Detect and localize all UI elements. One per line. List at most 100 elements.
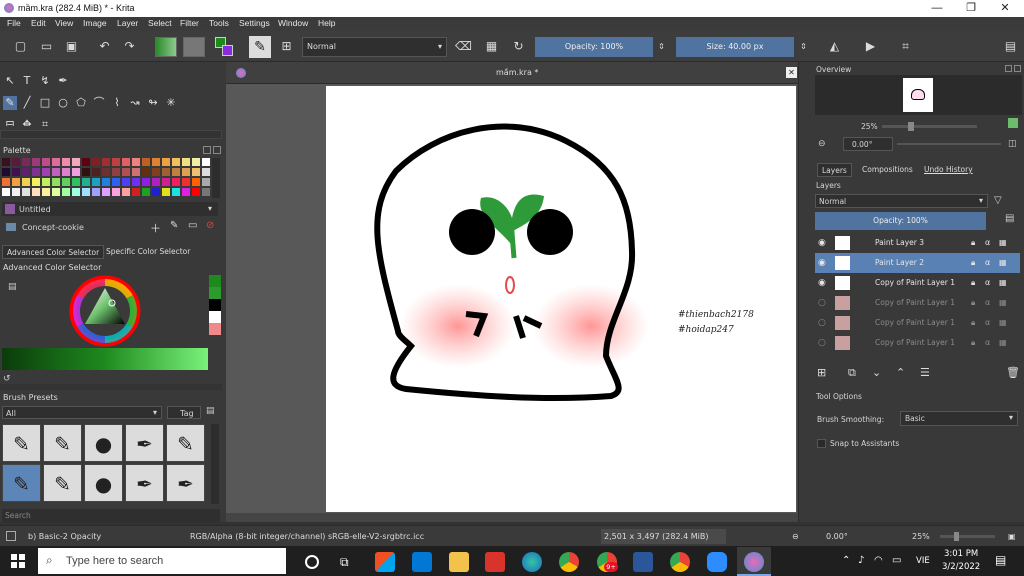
brush-view-icon[interactable]: ▤ [206,406,215,416]
maximize-button[interactable]: ❐ [954,0,988,17]
polygon-tool-icon[interactable]: ⬠ [74,96,88,110]
inherit-alpha-icon[interactable]: ▦ [999,313,1007,333]
calligraphy-tool-icon[interactable]: ✒ [56,74,70,88]
notification-center-icon[interactable]: ▤ [995,553,1006,567]
palette-swatch[interactable] [132,168,140,176]
palette-swatch[interactable] [92,168,100,176]
palette-swatch[interactable] [122,178,130,186]
color-history-icon[interactable]: ↺ [3,374,11,384]
layer-opacity-slider[interactable]: Opacity: 100% [815,212,986,230]
file-explorer-icon[interactable] [449,552,469,572]
text-tool-icon[interactable]: T [20,74,34,88]
palette-swatch[interactable] [172,168,180,176]
inherit-alpha-icon[interactable]: ▦ [999,333,1007,353]
cortana-icon[interactable] [305,555,319,569]
rotation-slider[interactable] [897,143,1001,145]
move-layer-down-icon[interactable]: ⌄ [872,366,881,379]
palette-swatch[interactable] [112,158,120,166]
palette-swatch[interactable] [132,188,140,196]
alpha-lock-icon[interactable]: α [985,233,990,253]
alpha-lock-icon[interactable]: α [985,293,990,313]
palette-swatch[interactable] [182,158,190,166]
inherit-alpha-icon[interactable]: ▦ [999,293,1007,313]
tab-layers[interactable]: Layers [817,163,852,177]
palette-swatch[interactable] [122,158,130,166]
palette-swatch[interactable] [42,168,50,176]
brush-smoothing-select[interactable]: Basic ▾ [900,411,1018,426]
palette-swatch[interactable] [22,158,30,166]
menu-tools[interactable]: Tools [209,18,229,28]
palette-swatch[interactable] [92,178,100,186]
palette-name-combo[interactable]: Untitled ▾ [2,202,218,216]
lock-icon[interactable]: 🔒︎ [971,273,975,293]
palette-swatch[interactable] [52,158,60,166]
reload-preset-icon[interactable]: ↻ [510,38,527,55]
word-icon[interactable] [633,552,653,572]
lock-icon[interactable]: 🔒︎ [971,293,975,313]
brush-scrollbar[interactable] [211,424,219,504]
palette-swatch[interactable] [92,158,100,166]
document-tab-title[interactable]: mầm.kra * [496,68,538,77]
brush-filter-combo[interactable]: All ▾ [2,406,162,419]
close-document-button[interactable]: ✕ [786,67,797,78]
palette-swatch[interactable] [2,158,10,166]
windows-start-icon[interactable] [11,554,25,568]
battery-icon[interactable]: ▭ [892,555,901,566]
duplicate-layer-icon[interactable]: ⧉ [848,366,856,380]
palette-swatch[interactable] [162,188,170,196]
palette-swatch[interactable] [202,178,210,186]
palette-swatch[interactable] [62,188,70,196]
mail-icon[interactable] [412,552,432,572]
redo-icon[interactable]: ↷ [121,38,138,55]
edge-icon[interactable] [522,552,542,572]
alpha-lock-icon[interactable]: α [985,333,990,353]
volume-icon[interactable]: ♪ [858,555,864,566]
tab-compositions[interactable]: Compositions [858,163,917,177]
palette-swatch[interactable] [12,158,20,166]
palette-swatch[interactable] [122,168,130,176]
palette-swatch[interactable] [72,188,80,196]
palette-swatch[interactable] [12,188,20,196]
line-tool-icon[interactable]: ╱ [20,96,34,110]
palette-close-icon[interactable] [213,146,221,154]
brush-preset-button[interactable]: ✎ [249,36,271,58]
menu-view[interactable]: View [55,18,73,28]
palette-swatch[interactable] [92,188,100,196]
alpha-lock-icon[interactable]: ▦ [483,38,500,55]
palette-swatch[interactable] [62,158,70,166]
opacity-spin-icon[interactable]: ⇕ [653,38,670,55]
gradient-preset-button[interactable] [155,37,177,57]
opacity-slider[interactable]: Opacity: 100% [535,37,653,57]
overview-zoom-slider[interactable] [882,122,977,131]
rotation-field[interactable]: 0.00° [843,137,893,151]
inherit-alpha-icon[interactable]: ▦ [999,233,1007,253]
lock-icon[interactable]: 🔒︎ [971,253,975,273]
palette-swatch[interactable] [182,178,190,186]
palette-swatch[interactable] [102,188,110,196]
edit-palette-icon[interactable]: ✎ [170,220,178,231]
menu-select[interactable]: Select [148,18,172,28]
lock-icon[interactable]: 🔒︎ [971,333,975,353]
edit-shapes-tool-icon[interactable]: ↯ [38,74,52,88]
palette-swatch[interactable] [22,168,30,176]
size-slider[interactable]: Size: 40.00 px [676,37,794,57]
close-window-button[interactable]: ✕ [988,0,1022,17]
add-swatch-icon[interactable]: ＋ [150,220,161,236]
palette-swatch[interactable] [32,178,40,186]
chrome-alt-icon[interactable] [670,552,690,572]
transform-tool-icon[interactable]: ⊟ [3,118,17,126]
lock-icon[interactable]: 🔒︎ [971,233,975,253]
inherit-alpha-icon[interactable]: ▦ [999,273,1007,293]
input-language[interactable]: VIE [916,556,930,566]
blend-mode-select[interactable]: Normal ▾ [302,37,447,57]
layer-thumbnail-size-icon[interactable]: ▤ [1005,213,1014,224]
move-layer-up-icon[interactable]: ⌃ [896,366,905,379]
brush-settings-icon[interactable]: ⊞ [278,38,295,55]
palette-swatch[interactable] [182,168,190,176]
palette-swatch[interactable] [82,168,90,176]
alpha-lock-icon[interactable]: α [985,253,990,273]
palette-swatch[interactable] [62,178,70,186]
alpha-lock-icon[interactable]: α [985,313,990,333]
palette-swatch[interactable] [202,168,210,176]
tab-advanced-color-selector[interactable]: Advanced Color Selector [2,245,105,259]
